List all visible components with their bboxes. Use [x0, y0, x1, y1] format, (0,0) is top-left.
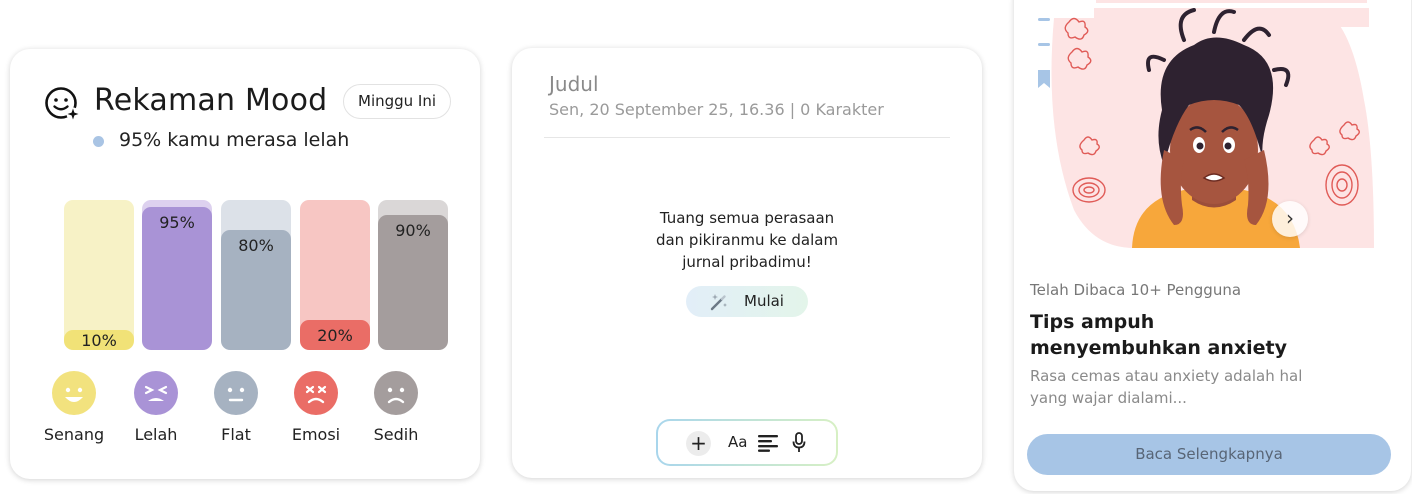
- article-title[interactable]: Tips ampuh menyembuhkan anxiety: [1030, 309, 1330, 361]
- mood-label-senang: Senang: [43, 425, 105, 444]
- mood-label-lelah: Lelah: [134, 425, 178, 444]
- mood-bar-label: 95%: [159, 213, 195, 232]
- article-illustration: [1014, 0, 1411, 248]
- mood-face-icon: [45, 87, 80, 121]
- prompt-line: jurnal pribadimu!: [682, 253, 812, 271]
- anxiety-illustration: [1051, 0, 1374, 248]
- mood-bar-label: 10%: [81, 331, 117, 350]
- article-card[interactable]: › Telah Dibaca 10+ Pengguna Tips ampuh m…: [1014, 0, 1411, 491]
- page-title: Rekaman Mood: [94, 83, 328, 118]
- journal-card: Judul Sen, 20 September 25, 16.36 | 0 Ka…: [512, 48, 982, 478]
- align-left-icon[interactable]: [758, 434, 778, 452]
- mood-label-sedih: Sedih: [373, 425, 419, 444]
- divider: [544, 137, 950, 138]
- angry-face-icon[interactable]: [294, 371, 338, 415]
- start-button-label: Mulai: [744, 292, 784, 310]
- article-description: Rasa cemas atau anxiety adalah hal yang …: [1030, 367, 1303, 407]
- happy-face-icon[interactable]: [52, 371, 96, 415]
- mood-summary: 95% kamu merasa lelah: [119, 129, 350, 151]
- microphone-icon[interactable]: [791, 432, 807, 454]
- prompt-line: dan pikiranmu ke dalam: [655, 231, 839, 249]
- tired-face-icon[interactable]: [134, 371, 178, 415]
- mood-bar-label: 90%: [395, 221, 431, 240]
- mood-record-card: Rekaman Mood Minggu Ini 95% kamu merasa …: [10, 49, 480, 479]
- add-icon[interactable]: +: [686, 431, 711, 456]
- mood-bar-sedih: 90%: [378, 200, 448, 350]
- mood-bar-senang: 10%: [64, 200, 134, 350]
- read-more-button[interactable]: Baca Selengkapnya: [1027, 434, 1391, 475]
- bookmark-icon[interactable]: [1036, 18, 1052, 90]
- read-count: Telah Dibaca 10+ Pengguna: [1030, 281, 1242, 299]
- sad-face-icon[interactable]: [374, 371, 418, 415]
- mood-label-emosi: Emosi: [291, 425, 341, 444]
- summary-dot-icon: [93, 136, 104, 147]
- mood-bar-label: 20%: [317, 326, 353, 345]
- journal-title-input[interactable]: Judul: [549, 72, 599, 96]
- mood-bar-label: 80%: [238, 236, 274, 255]
- period-selector-button[interactable]: Minggu Ini: [343, 84, 452, 119]
- journal-prompt: Tuang semua perasaan dan pikiranmu ke da…: [512, 207, 982, 273]
- mood-bar-flat: 80%: [221, 200, 291, 350]
- mood-bar-lelah: 95%: [142, 200, 212, 350]
- editor-toolbar: + Aa: [656, 419, 838, 466]
- next-slide-button[interactable]: ›: [1272, 201, 1308, 237]
- magic-wand-icon: [710, 294, 727, 311]
- text-format-icon[interactable]: Aa: [728, 433, 747, 451]
- neutral-face-icon[interactable]: [214, 371, 258, 415]
- journal-meta: Sen, 20 September 25, 16.36 | 0 Karakter: [549, 100, 884, 119]
- prompt-line: Tuang semua perasaan: [659, 209, 835, 227]
- mood-bar-emosi: 20%: [300, 200, 370, 350]
- mood-label-flat: Flat: [221, 425, 251, 444]
- start-button[interactable]: Mulai: [686, 286, 808, 317]
